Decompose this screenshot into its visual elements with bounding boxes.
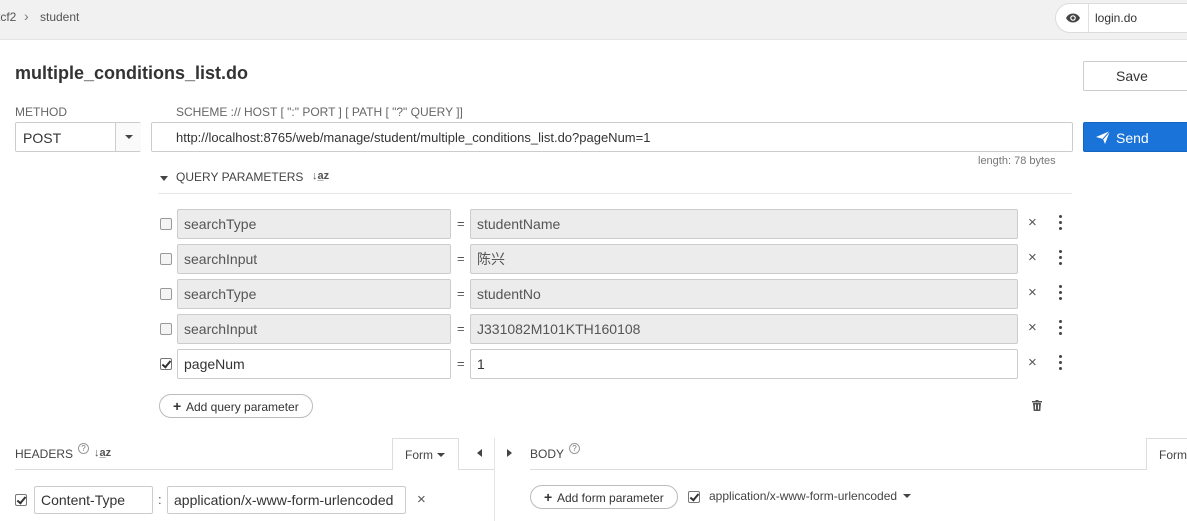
headers-underline	[15, 469, 392, 470]
breadcrumb-chevron-icon: ›	[24, 8, 29, 24]
param-value-input[interactable]	[470, 314, 1018, 344]
param-enable-checkbox[interactable]	[160, 218, 172, 230]
plus-icon: +	[173, 398, 182, 414]
remove-header-icon[interactable]: ×	[417, 491, 426, 508]
environment-label: login.do	[1095, 11, 1138, 25]
remove-param-icon[interactable]: ×	[1028, 354, 1037, 371]
param-enable-checkbox[interactable]	[160, 288, 172, 300]
plus-icon: +	[544, 489, 553, 505]
body-title: BODY	[530, 447, 565, 461]
request-title: multiple_conditions_list.do	[15, 63, 249, 83]
body-content-type-checkbox[interactable]	[688, 491, 700, 503]
query-divider	[158, 193, 1072, 194]
param-value-input[interactable]	[470, 209, 1018, 239]
query-param-row: = ×	[0, 244, 1187, 274]
breadcrumb-current[interactable]: student	[40, 10, 79, 24]
query-param-row: = ×	[0, 209, 1187, 239]
more-options-icon[interactable]	[1059, 355, 1063, 371]
breadcrumb-parent[interactable]: tcf2	[0, 10, 16, 24]
param-enable-checkbox[interactable]	[160, 358, 172, 370]
param-key-input[interactable]	[177, 209, 451, 239]
add-query-parameter-label: Add query parameter	[186, 400, 299, 414]
collapse-right-icon[interactable]	[507, 449, 512, 457]
eye-icon[interactable]	[1066, 12, 1080, 24]
param-key-input[interactable]	[177, 279, 451, 309]
equals-sign: =	[457, 251, 465, 266]
param-key-input[interactable]	[177, 244, 451, 274]
header-value-input[interactable]	[167, 486, 406, 514]
param-enable-checkbox[interactable]	[160, 323, 172, 335]
param-enable-checkbox[interactable]	[160, 253, 172, 265]
body-underline	[530, 469, 1146, 470]
environment-divider	[1088, 4, 1089, 32]
more-options-icon[interactable]	[1059, 320, 1063, 336]
sort-alpha-icon[interactable]: ↓a̲z	[312, 170, 329, 182]
equals-sign: =	[457, 286, 465, 301]
method-dropdown-toggle[interactable]	[115, 123, 141, 151]
headers-underline-right	[459, 469, 494, 470]
headers-form-tab[interactable]: Form	[392, 438, 459, 470]
param-value-input[interactable]	[470, 244, 1018, 274]
trash-icon[interactable]	[1032, 400, 1042, 411]
headers-form-tab-label: Form	[405, 448, 433, 462]
add-query-parameter-button[interactable]: + Add query parameter	[159, 394, 313, 418]
header-enable-checkbox[interactable]	[15, 494, 27, 506]
panel-divider	[494, 438, 495, 521]
method-value: POST	[23, 130, 62, 146]
url-input[interactable]	[151, 122, 1073, 152]
param-value-input[interactable]	[470, 349, 1018, 379]
param-key-input[interactable]	[177, 314, 451, 344]
colon-separator: :	[158, 492, 162, 507]
equals-sign: =	[457, 216, 465, 231]
chevron-down-icon	[437, 453, 445, 457]
query-param-row: = ×	[0, 349, 1187, 379]
method-select[interactable]: POST	[15, 122, 141, 152]
send-button[interactable]: Send	[1083, 122, 1187, 152]
chevron-down-icon[interactable]	[903, 494, 911, 498]
add-form-parameter-label: Add form parameter	[557, 491, 664, 505]
method-label: METHOD	[15, 105, 67, 119]
send-label: Send	[1116, 130, 1149, 146]
chevron-down-icon	[125, 135, 133, 139]
query-parameters-title: QUERY PARAMETERS	[176, 170, 304, 184]
add-form-parameter-button[interactable]: + Add form parameter	[530, 485, 678, 509]
remove-param-icon[interactable]: ×	[1028, 284, 1037, 301]
remove-param-icon[interactable]: ×	[1028, 319, 1037, 336]
query-param-row: = ×	[0, 314, 1187, 344]
top-bar: tcf2 › student login.do	[0, 0, 1187, 40]
help-icon[interactable]: ?	[78, 443, 89, 454]
url-length-label: length: 78 bytes	[978, 155, 1056, 167]
equals-sign: =	[457, 356, 465, 371]
body-form-tab-label: Form	[1159, 448, 1187, 462]
more-options-icon[interactable]	[1059, 285, 1063, 301]
save-button[interactable]: Save	[1083, 61, 1187, 91]
more-options-icon[interactable]	[1059, 250, 1063, 266]
equals-sign: =	[457, 321, 465, 336]
collapse-left-icon[interactable]	[477, 449, 482, 457]
body-form-tab[interactable]: Form	[1146, 438, 1187, 470]
param-value-input[interactable]	[470, 279, 1018, 309]
remove-param-icon[interactable]: ×	[1028, 214, 1037, 231]
help-icon[interactable]: ?	[569, 443, 580, 454]
remove-param-icon[interactable]: ×	[1028, 249, 1037, 266]
header-key-input[interactable]	[34, 486, 153, 514]
sort-alpha-icon[interactable]: ↓a̲z	[94, 447, 111, 459]
more-options-icon[interactable]	[1059, 215, 1063, 231]
body-content-type-select[interactable]: application/x-www-form-urlencoded	[709, 489, 897, 503]
scheme-label: SCHEME :// HOST [ ":" PORT ] [ PATH [ "?…	[176, 105, 463, 119]
body-content-type-label: application/x-www-form-urlencoded	[709, 489, 898, 503]
environment-selector[interactable]: login.do	[1055, 3, 1187, 33]
paper-plane-icon	[1096, 131, 1110, 144]
headers-title: HEADERS	[15, 447, 74, 461]
param-key-input[interactable]	[177, 349, 451, 379]
caret-down-icon	[160, 176, 168, 181]
query-param-row: = ×	[0, 279, 1187, 309]
